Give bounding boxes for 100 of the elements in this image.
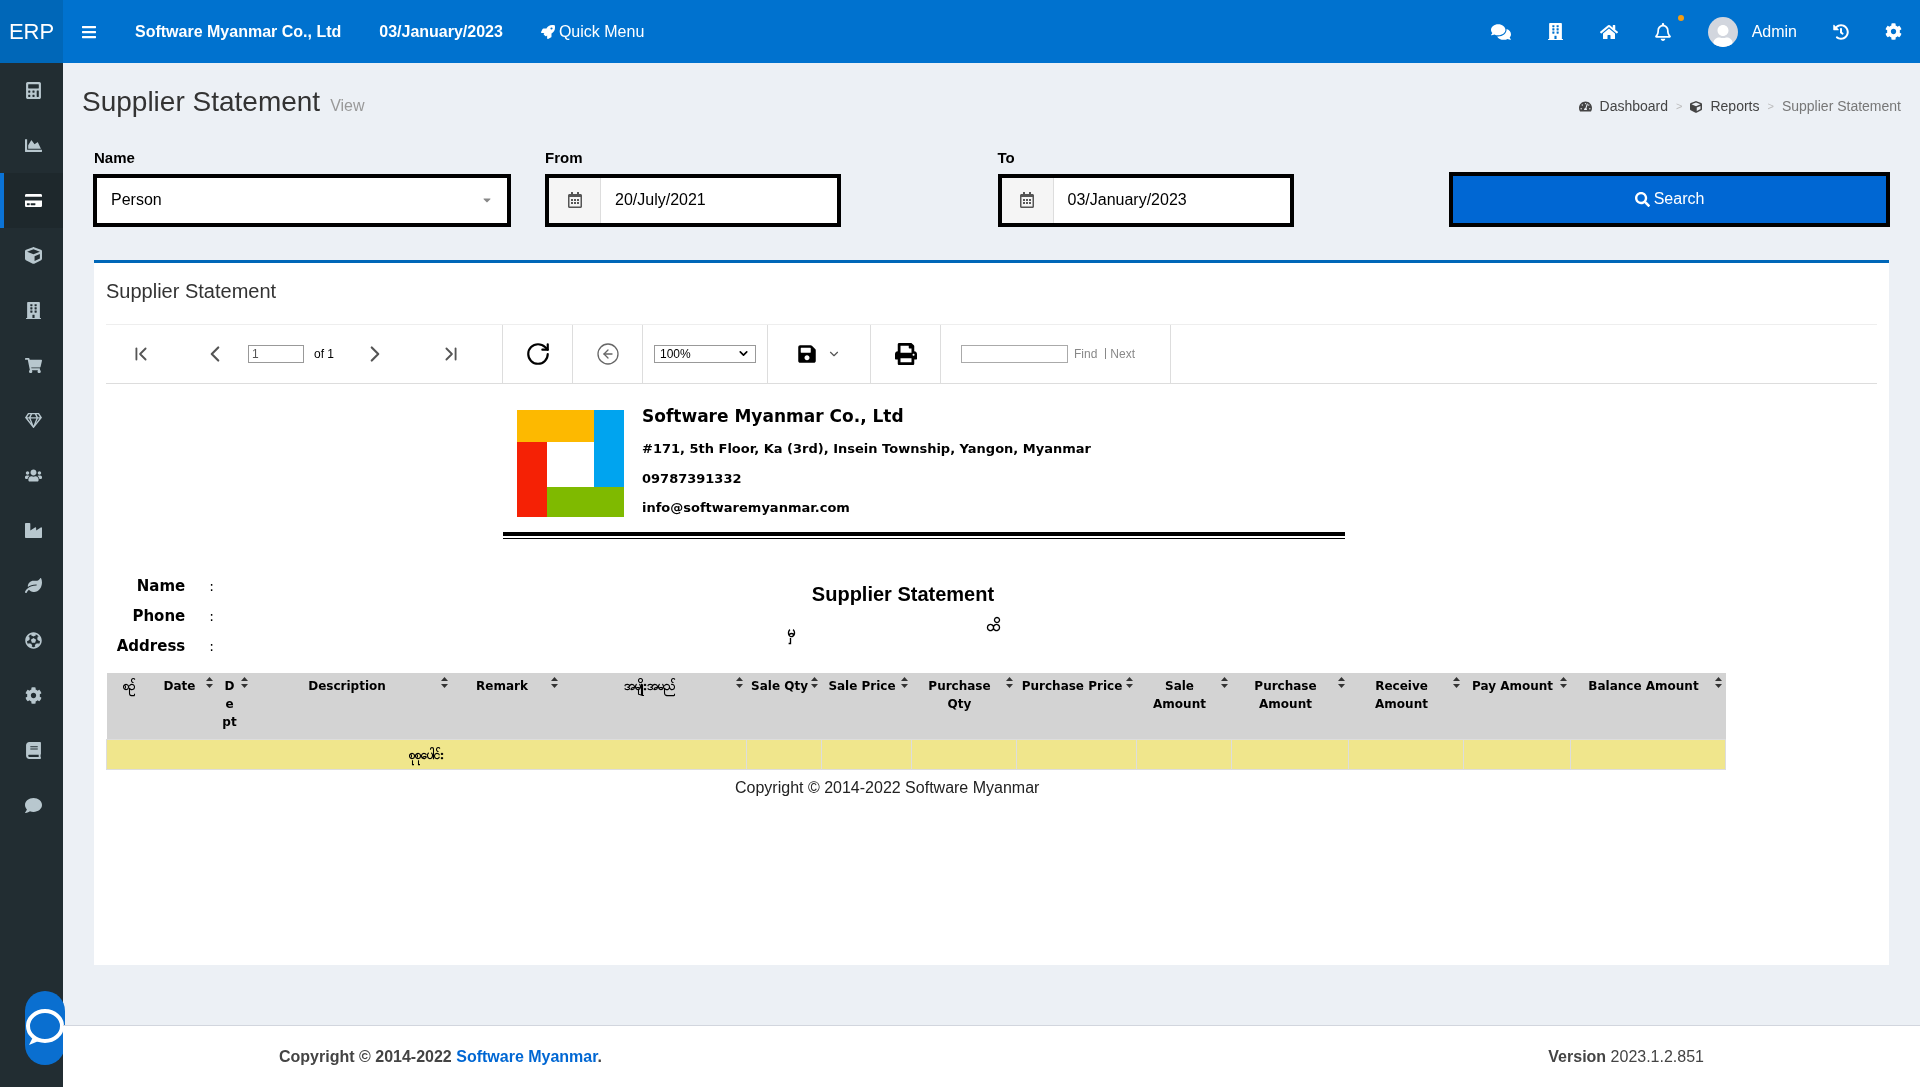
person-icon xyxy=(1711,24,1734,47)
to-date-field[interactable]: 03/January/2023 xyxy=(997,173,1294,227)
sort-icon[interactable] xyxy=(440,676,448,688)
column-header[interactable]: Purchase Price xyxy=(1020,676,1124,695)
sort-icon[interactable] xyxy=(1559,676,1567,688)
column-header[interactable]: Remark xyxy=(455,676,549,695)
sort-icon[interactable] xyxy=(1337,676,1345,688)
leaf-icon xyxy=(25,577,42,594)
next-link[interactable]: Next xyxy=(1110,344,1136,363)
column-header[interactable]: Purchase Qty xyxy=(915,676,1004,713)
sort-icon[interactable] xyxy=(550,676,558,688)
app-logo[interactable]: ERP xyxy=(0,0,63,63)
sort-icon[interactable] xyxy=(1005,676,1013,688)
current-date: 03/January/2023 xyxy=(379,21,503,42)
column-header[interactable]: အမျိုးအမည် xyxy=(565,676,734,695)
company-name: Software Myanmar Co., Ltd xyxy=(135,21,342,42)
sort-icon[interactable] xyxy=(735,676,743,688)
find-field[interactable] xyxy=(961,344,1068,363)
sort-icon[interactable] xyxy=(1125,676,1133,688)
column-header[interactable]: Sale Amount xyxy=(1140,676,1219,713)
search-button[interactable]: Search xyxy=(1449,171,1890,227)
version-text: Version 2023.1.2.851 xyxy=(1548,1046,1704,1067)
field-separator: : xyxy=(209,607,214,626)
gear-icon xyxy=(25,687,42,704)
footer-link[interactable]: Software Myanmar xyxy=(456,1047,598,1065)
page-number-field[interactable]: 1 xyxy=(248,344,304,363)
column-header[interactable]: Receive Amount xyxy=(1352,676,1451,713)
from-label: မှ xyxy=(786,620,796,643)
breadcrumb-separator: > xyxy=(1767,99,1774,115)
search-icon xyxy=(1634,191,1650,207)
building-icon xyxy=(25,302,42,319)
sort-icon[interactable] xyxy=(1452,676,1460,688)
company-email: info@softwaremyanmar.com xyxy=(642,499,851,517)
from-date-field[interactable]: 20/July/2021 xyxy=(545,173,841,227)
column-header[interactable]: Sale Price xyxy=(825,676,899,695)
breadcrumb-item[interactable]: Reports xyxy=(1710,96,1760,117)
field-label: Name xyxy=(94,148,136,168)
column-header[interactable]: Description xyxy=(255,676,439,695)
user-avatar[interactable] xyxy=(1707,16,1738,47)
cart-icon xyxy=(25,357,42,374)
company-name: Software Myanmar Co., Ltd xyxy=(642,404,905,428)
calendar-icon xyxy=(1019,192,1035,208)
user-name[interactable]: Admin xyxy=(1751,19,1797,44)
cube-icon xyxy=(1690,100,1703,113)
sort-icon[interactable] xyxy=(240,676,248,688)
area-chart-icon xyxy=(25,137,42,154)
name-select[interactable]: Person xyxy=(93,173,511,227)
sort-icon[interactable] xyxy=(1220,676,1228,688)
refresh-icon[interactable] xyxy=(524,340,551,367)
gem-icon xyxy=(25,412,42,429)
field-label: To xyxy=(997,148,1016,168)
quick-menu-link[interactable]: Quick Menu xyxy=(540,19,645,44)
chat-button[interactable] xyxy=(25,991,65,1065)
company-address: #171, 5th Floor, Ka (3rd), Insein Township, Yangon, Myanmar xyxy=(642,440,1091,458)
print-icon[interactable] xyxy=(894,342,917,365)
field-label: Address xyxy=(115,636,186,658)
column-header[interactable]: Purchase Amount xyxy=(1235,676,1336,713)
settings-icon[interactable] xyxy=(1885,23,1902,40)
save-icon[interactable] xyxy=(797,343,817,364)
building-icon[interactable] xyxy=(1546,23,1564,40)
cube-icon xyxy=(25,247,42,264)
field-label: Phone xyxy=(131,606,186,628)
book-icon xyxy=(25,742,42,759)
footer-copyright: Copyright © 2014-2022 Software Myanmar. xyxy=(279,1046,603,1067)
column-header[interactable]: Pay Amount xyxy=(1467,676,1558,695)
dashboard-icon xyxy=(1578,100,1592,113)
card-title: Supplier Statement xyxy=(106,262,1877,325)
column-header[interactable]: Date xyxy=(155,676,204,695)
chat-icon[interactable] xyxy=(1490,21,1511,42)
field-separator: : xyxy=(209,637,214,656)
rocket-icon xyxy=(540,24,555,39)
company-phone: 09787391332 xyxy=(642,469,743,488)
back-icon[interactable] xyxy=(595,341,620,366)
factory-icon xyxy=(25,522,42,539)
home-icon[interactable] xyxy=(1599,22,1618,41)
zoom-select[interactable]: 100% xyxy=(654,344,756,363)
calendar-icon xyxy=(566,192,583,208)
column-header[interactable]: Sale Qty xyxy=(750,676,809,695)
to-label: ထိ xyxy=(985,615,1000,637)
page-count: of 1 xyxy=(314,345,334,363)
breadcrumb-item[interactable]: Dashboard xyxy=(1599,96,1668,117)
history-icon[interactable] xyxy=(1833,23,1849,40)
speech-bubble-icon xyxy=(25,797,42,814)
find-link[interactable]: Find xyxy=(1074,344,1098,363)
breadcrumb-separator: > xyxy=(1676,99,1683,115)
credit-card-icon xyxy=(25,192,42,209)
sort-icon[interactable] xyxy=(205,676,213,688)
sort-icon[interactable] xyxy=(900,676,908,688)
sort-icon[interactable] xyxy=(1714,676,1722,688)
column-header[interactable]: D e pt xyxy=(220,676,239,731)
page-subtitle: View xyxy=(330,96,365,116)
breadcrumb-item: Supplier Statement xyxy=(1781,97,1901,116)
page-title: Supplier Statement xyxy=(82,85,321,119)
sidebar-item[interactable] xyxy=(0,173,63,228)
bell-icon[interactable] xyxy=(1653,22,1672,41)
column-header[interactable]: Balance Amount xyxy=(1574,676,1713,695)
users-icon xyxy=(25,467,42,484)
field-label: Name xyxy=(135,576,186,598)
menu-icon[interactable] xyxy=(81,23,97,40)
sort-icon[interactable] xyxy=(810,676,818,688)
